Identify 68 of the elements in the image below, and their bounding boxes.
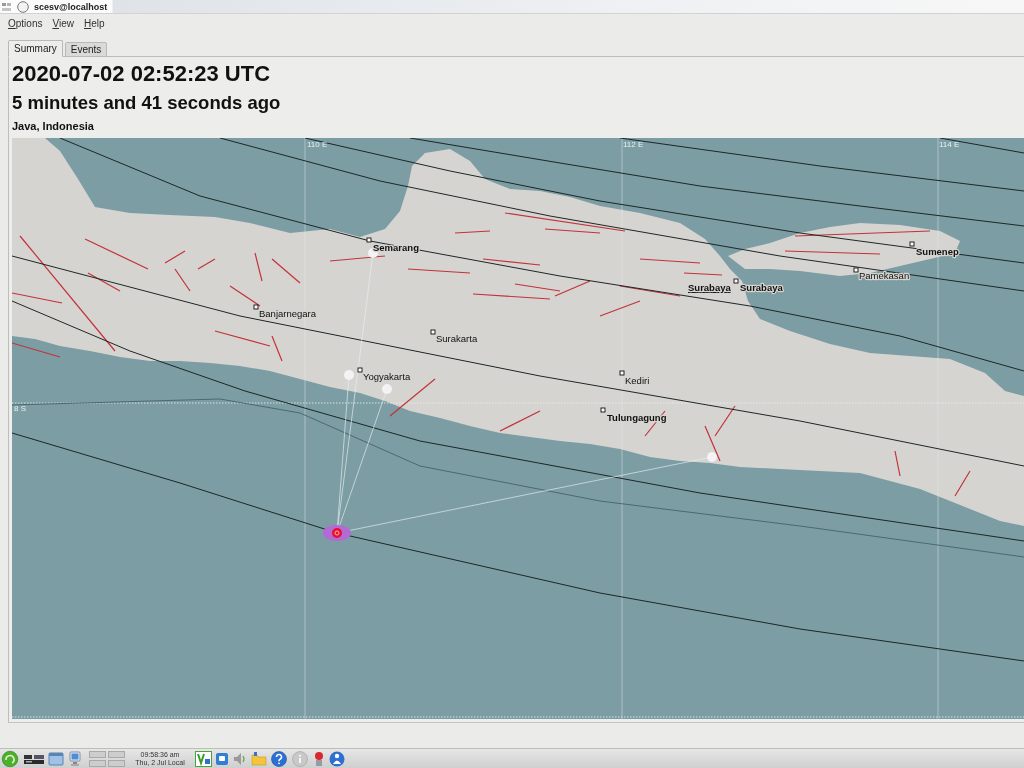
fault-line: [683, 272, 723, 276]
city-marker-icon: [357, 367, 363, 373]
menu-item[interactable]: Help: [84, 17, 105, 29]
window-icon[interactable]: [48, 750, 64, 767]
window-title: scesv@localhost: [34, 1, 108, 12]
start-orb-icon[interactable]: [0, 749, 20, 768]
tab[interactable]: Events: [64, 42, 108, 57]
city-marker-icon: [853, 267, 859, 273]
fault-line: [174, 268, 191, 292]
status-icon[interactable]: [312, 750, 326, 767]
fault-line: [254, 252, 263, 282]
city-marker-icon: [253, 304, 259, 310]
city-label: Tulungagung: [607, 412, 667, 423]
elapsed-time-text: 5 minutes and 41 seconds ago: [12, 91, 282, 115]
fault-line: [499, 410, 541, 432]
station-dot-icon[interactable]: [344, 370, 354, 380]
desktop-button[interactable]: [89, 750, 106, 758]
origin-time-heading: 2020-07-02 02:52:23 UTC: [12, 61, 272, 87]
tab[interactable]: Summary: [8, 40, 63, 57]
grid-label: 8 S: [14, 404, 26, 413]
help-icon[interactable]: [270, 750, 288, 767]
city-marker-icon: [619, 370, 625, 376]
city-label: Pamekasan: [859, 270, 910, 281]
desktop-button[interactable]: [108, 759, 125, 767]
app-logo-icon[interactable]: [195, 750, 212, 767]
menu-item[interactable]: View: [52, 17, 74, 29]
fault-line: [482, 258, 541, 266]
station-dot-icon[interactable]: [707, 452, 717, 462]
circle-icon[interactable]: [17, 0, 29, 13]
city-label: Surabaya: [688, 282, 731, 293]
fault-line: [894, 450, 901, 477]
fault-line: [454, 230, 491, 234]
fault-line: [197, 258, 216, 270]
city-marker-icon: [909, 241, 915, 247]
station-dot-icon[interactable]: [382, 384, 392, 394]
city-marker-icon: [430, 329, 436, 335]
city-label: Surakarta: [436, 333, 478, 344]
menu-item[interactable]: Options: [8, 17, 43, 29]
grid-label: 114 E: [939, 140, 960, 149]
city-label: Semarang: [373, 242, 419, 253]
city-label: Kediri: [625, 375, 650, 386]
app-icon[interactable]: [215, 750, 229, 767]
desktop-button[interactable]: [89, 759, 106, 767]
fault-line: [329, 255, 386, 262]
grid-label: 110 E: [307, 140, 328, 149]
app-menu-icon[interactable]: [2, 1, 12, 12]
epicenter-icon[interactable]: [323, 525, 351, 541]
fault-line: [639, 258, 701, 264]
fault-line: [599, 300, 641, 317]
city-marker-icon: [600, 407, 606, 413]
city-marker-icon: [366, 237, 372, 243]
grid-label: 112 E: [623, 140, 644, 149]
fault-line: [271, 258, 301, 284]
city-label: Yogyakarta: [363, 371, 411, 382]
computer-icon[interactable]: [67, 750, 83, 767]
desktop-button[interactable]: [108, 750, 125, 758]
city-marker-icon: [733, 278, 739, 284]
region-label: Java, Indonesia: [12, 119, 95, 133]
fault-line: [954, 470, 971, 497]
fault-line: [229, 285, 261, 307]
fault-line: [164, 250, 186, 264]
city-label: Banjarnegara: [259, 308, 317, 319]
folder-icon[interactable]: [251, 750, 267, 767]
fault-line: [704, 425, 721, 462]
fault-line: [407, 268, 471, 274]
fault-line: [619, 285, 681, 297]
fault-line: [714, 405, 736, 437]
user-icon[interactable]: [329, 750, 345, 767]
